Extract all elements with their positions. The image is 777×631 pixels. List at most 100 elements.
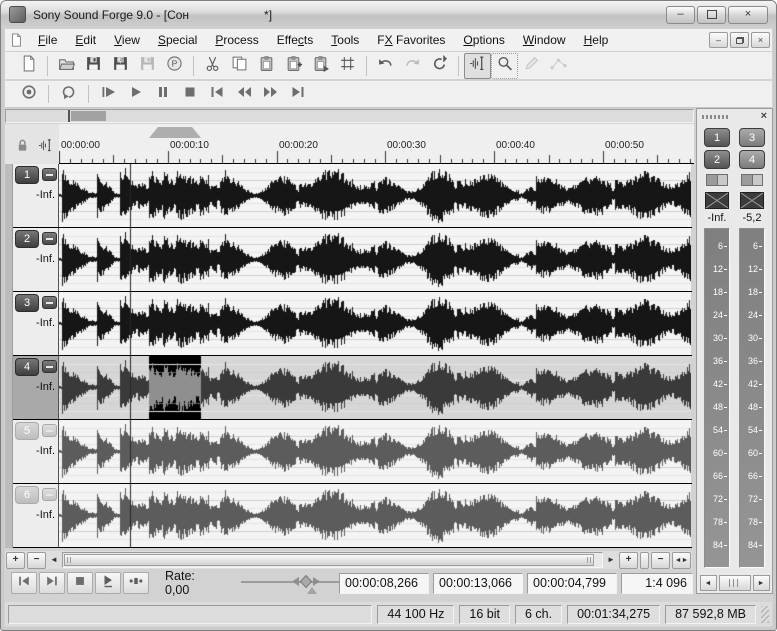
channel-2-minimize-button[interactable] (42, 232, 57, 245)
channel-5-button[interactable]: 5 (15, 422, 39, 440)
scroll-left-button[interactable]: ◄ (48, 553, 60, 568)
child-close-button[interactable]: × (751, 32, 770, 48)
copy-button[interactable] (226, 53, 253, 79)
channel-2-gain-label[interactable]: -Inf. (36, 253, 55, 265)
selection-length-field[interactable]: 00:00:04,799 (527, 573, 617, 594)
meter-channel-3-button[interactable]: 3 (739, 128, 765, 147)
rewind-button[interactable] (230, 83, 257, 105)
zoom-normal-button[interactable] (640, 552, 649, 569)
meter-channel-2-button[interactable]: 2 (704, 150, 730, 169)
channel-5-gain-label[interactable]: -Inf. (36, 445, 55, 457)
channel-6-button[interactable]: 6 (15, 486, 39, 504)
new-button[interactable] (15, 53, 42, 79)
channel-3-gain-label[interactable]: -Inf. (36, 317, 55, 329)
lock-icon[interactable] (15, 138, 30, 158)
channel-6-gain-label[interactable]: -Inf. (36, 509, 55, 521)
save-all-button[interactable] (134, 53, 161, 79)
zoom-out-button-2[interactable]: − (651, 552, 670, 569)
channel-2-button[interactable]: 2 (15, 230, 39, 248)
envelope-button[interactable] (545, 53, 572, 79)
go-end-button[interactable] (284, 83, 311, 105)
channel-1-gain-label[interactable]: -Inf. (36, 189, 55, 201)
zoom-out-time-button[interactable]: − (27, 552, 46, 569)
undo-button[interactable] (372, 53, 399, 79)
publish-button[interactable] (161, 53, 188, 79)
pause-button[interactable] (149, 83, 176, 105)
waveform-canvas-1[interactable] (59, 164, 691, 227)
play-all-button[interactable] (95, 83, 122, 105)
pencil-button[interactable] (518, 53, 545, 79)
forward-button[interactable] (257, 83, 284, 105)
meters-scroll-right-button[interactable]: ► (753, 575, 770, 591)
paste-to-new-button[interactable] (307, 53, 334, 79)
paste-special-button[interactable] (280, 53, 307, 79)
overview-bar[interactable] (5, 109, 694, 123)
channel-6-minimize-button[interactable] (42, 488, 57, 501)
go-start-button[interactable] (11, 572, 37, 594)
trim-button[interactable] (334, 53, 361, 79)
menu-help[interactable]: Help (575, 30, 618, 50)
redo-button[interactable] (399, 53, 426, 79)
child-minimize-button[interactable]: – (709, 32, 728, 48)
menu-file[interactable]: File (29, 30, 66, 50)
meter-channel-4-button[interactable]: 4 (739, 150, 765, 169)
zoom-selection-button[interactable]: ◄► (672, 552, 691, 569)
pan-control-1[interactable] (706, 174, 728, 186)
selection-end-field[interactable]: 00:00:13,066 (433, 573, 523, 594)
menu-options[interactable]: Options (454, 30, 513, 50)
zoom-ratio-field[interactable]: 1:4 096 (621, 573, 693, 594)
scrub-button[interactable] (123, 572, 149, 594)
waveform-canvas-4[interactable] (59, 356, 691, 419)
menu-fx-favorites[interactable]: FX Favorites (368, 30, 454, 50)
overview-visible-region[interactable] (71, 111, 106, 121)
scrollbar-thumb[interactable] (64, 554, 594, 566)
channel-5-minimize-button[interactable] (42, 424, 57, 437)
selection-start-field[interactable]: 00:00:08,266 (339, 573, 429, 594)
magnify-button[interactable] (491, 53, 518, 79)
channel-3-button[interactable]: 3 (15, 294, 39, 312)
meters-scroll-left-button[interactable]: ◄ (700, 575, 717, 591)
menu-edit[interactable]: Edit (66, 30, 105, 50)
menu-window[interactable]: Window (514, 30, 575, 50)
rate-slider[interactable] (241, 572, 339, 594)
loop-region-marker[interactable] (149, 127, 201, 138)
waveform-canvas-6[interactable] (59, 484, 691, 547)
open-button[interactable] (53, 53, 80, 79)
vertical-zoom-strip[interactable] (5, 164, 13, 548)
record-button[interactable] (15, 83, 42, 105)
meters-panel-header[interactable]: × (697, 109, 772, 124)
zoom-in-time-button[interactable]: + (6, 552, 25, 569)
resize-grip[interactable] (761, 606, 769, 623)
minimize-button[interactable]: – (666, 6, 695, 24)
scrollbar-track[interactable] (62, 552, 603, 568)
scroll-right-button[interactable]: ► (605, 553, 617, 568)
waveform-canvas-5[interactable] (59, 420, 691, 483)
close-button[interactable]: × (728, 6, 768, 24)
grip-icon[interactable] (702, 115, 728, 119)
play-button[interactable] (122, 83, 149, 105)
channel-4-gain-label[interactable]: -Inf. (36, 381, 55, 393)
mute-button-2[interactable] (740, 192, 764, 209)
meters-scroll-thumb[interactable] (719, 575, 751, 591)
save-as-button[interactable] (107, 53, 134, 79)
meters-close-button[interactable]: × (761, 111, 767, 122)
play-normal-button[interactable] (95, 572, 121, 594)
zoom-in-button-2[interactable]: + (619, 552, 638, 569)
stop-button[interactable] (176, 83, 203, 105)
save-button[interactable] (80, 53, 107, 79)
cut-button[interactable] (199, 53, 226, 79)
menu-special[interactable]: Special (149, 30, 206, 50)
channel-3-minimize-button[interactable] (42, 296, 57, 309)
go-start-button[interactable] (203, 83, 230, 105)
maximize-button[interactable] (697, 6, 726, 24)
timeline-ruler[interactable]: 00:00:0000:00:1000:00:2000:00:3000:00:40… (59, 124, 694, 164)
channel-4-minimize-button[interactable] (42, 360, 57, 373)
stop-button[interactable] (67, 572, 93, 594)
edit-tool-small-icon[interactable] (38, 138, 53, 158)
loop-button[interactable] (55, 83, 82, 105)
child-restore-button[interactable] (730, 32, 749, 48)
go-end-button[interactable] (39, 572, 65, 594)
channel-4-button[interactable]: 4 (15, 358, 39, 376)
channel-1-button[interactable]: 1 (15, 166, 39, 184)
paste-button[interactable] (253, 53, 280, 79)
